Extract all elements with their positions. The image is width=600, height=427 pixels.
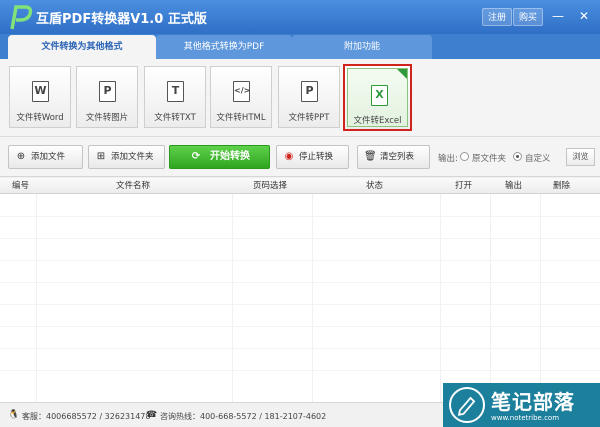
row-divider [0,282,600,283]
format-ppt-button[interactable]: P 文件转PPT [278,66,340,128]
browse-button[interactable]: 浏览 [566,148,595,166]
folder-plus-icon: ⊞ [96,151,106,162]
format-excel-button[interactable]: X 文件转Excel [343,64,412,131]
column-header-status: 状态 [366,181,384,191]
trash-icon: 🗑 [364,151,377,162]
watermark-url: www.notetribe.com [491,414,560,422]
radio-source-folder[interactable] [460,152,469,161]
clear-list-button[interactable]: 🗑 清空列表 [357,145,430,169]
support-contact: 客服：4006685572 / 326231478 [22,412,151,421]
format-label: 文件转TXT [154,113,196,123]
watermark-logo: 笔记部落 www.notetribe.com [443,383,600,427]
format-excel-highlight: X 文件转Excel [347,68,408,127]
option-custom-label: 自定义 [525,154,551,164]
phone-icon: ☎ [146,410,158,420]
html-icon: </> [233,81,250,102]
row-divider [0,348,600,349]
table-header: 编号 文件名称 页码选择 状态 打开 输出 删除 [0,178,600,194]
format-label: 文件转图片 [85,113,129,123]
column-header-open: 打开 [455,181,473,191]
column-header-delete: 删除 [553,181,571,191]
buy-button[interactable]: 购买 [513,8,544,26]
action-toolbar: ⊕ 添加文件 ⊞ 添加文件夹 ⟳ 开始转换 ◉ 停止转换 🗑 清空列表 输出: … [0,137,600,177]
window-title: 互盾PDF转换器V1.0 正式版 [36,12,207,27]
format-label: 文件转Excel [353,116,402,126]
row-divider [0,238,600,239]
format-html-button[interactable]: </> 文件转HTML [210,66,272,128]
ppt-icon: P [301,81,318,102]
add-folder-button[interactable]: ⊞ 添加文件夹 [88,145,165,169]
format-txt-button[interactable]: T 文件转TXT [144,66,206,128]
excel-icon: X [371,85,388,106]
title-bar: 互盾PDF转换器V1.0 正式版 注册 购买 — ✕ [0,0,600,34]
image-icon: P [99,81,116,102]
stop-convert-button[interactable]: ◉ 停止转换 [276,145,349,169]
row-divider [0,370,600,371]
column-header-page-range: 页码选择 [253,181,288,191]
main-tabs: 文件转换为其他格式 其他格式转换为PDF 附加功能 [0,34,600,59]
minimize-icon[interactable]: — [549,7,567,25]
selected-corner-icon [397,69,407,79]
format-image-button[interactable]: P 文件转图片 [76,66,138,128]
output-label: 输出: [438,154,458,164]
row-divider [0,304,600,305]
pencil-icon [449,387,485,423]
tab-convert-to-pdf[interactable]: 其他格式转换为PDF [156,35,292,59]
format-label: 文件转PPT [288,113,330,123]
radio-custom[interactable] [513,152,522,161]
row-divider [0,326,600,327]
add-file-button[interactable]: ⊕ 添加文件 [8,145,83,169]
format-word-button[interactable]: W 文件转Word [9,66,71,128]
option-source-label: 原文件夹 [472,154,507,164]
column-header-output: 输出 [505,181,523,191]
file-table: 编号 文件名称 页码选择 状态 打开 输出 删除 [0,178,600,402]
word-icon: W [32,81,49,102]
stop-icon: ◉ [284,151,294,162]
row-divider [0,260,600,261]
txt-icon: T [167,81,184,102]
column-header-filename: 文件名称 [116,181,151,191]
tab-extra-features[interactable]: 附加功能 [292,35,432,59]
row-divider [0,216,600,217]
hotline-contact: 咨询热线：400-668-5572 / 181-2107-4602 [160,412,327,421]
tab-convert-from-pdf[interactable]: 文件转换为其他格式 [8,35,156,59]
main-content: W 文件转Word P 文件转图片 T 文件转TXT </> 文件转HTML P… [0,59,600,427]
watermark-title: 笔记部落 [491,390,575,414]
format-selector: W 文件转Word P 文件转图片 T 文件转TXT </> 文件转HTML P… [0,59,600,137]
format-label: 文件转HTML [216,113,266,123]
format-label: 文件转Word [16,113,64,123]
qq-icon: 🐧 [8,410,20,420]
plus-circle-icon: ⊕ [16,151,26,162]
column-header-number: 编号 [12,181,30,191]
app-logo-icon [10,5,33,30]
close-icon[interactable]: ✕ [575,7,593,25]
start-convert-button[interactable]: ⟳ 开始转换 [169,145,270,169]
refresh-icon: ⟳ [191,151,201,162]
register-button[interactable]: 注册 [482,8,513,26]
